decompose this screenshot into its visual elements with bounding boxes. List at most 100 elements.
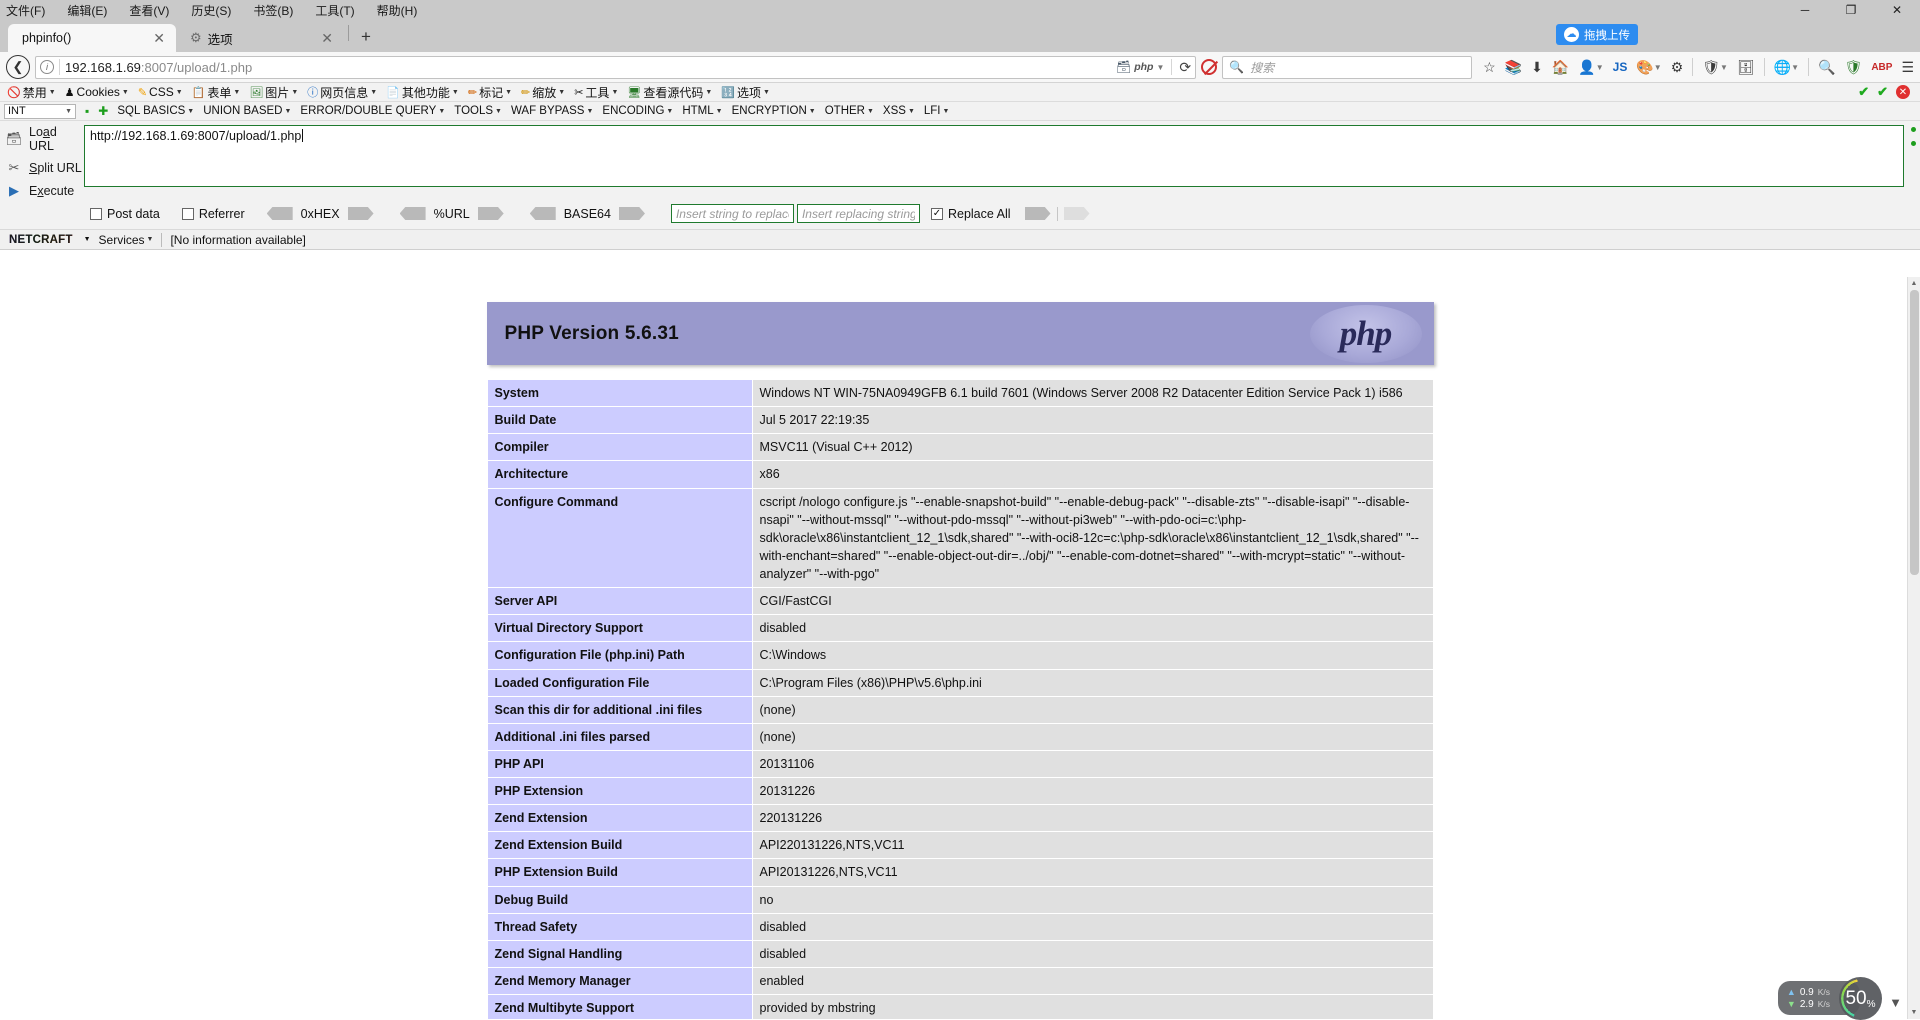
home-icon[interactable]: 🏠	[1552, 59, 1569, 76]
menu-icon[interactable]: ☰	[1901, 59, 1914, 76]
split-url-button[interactable]: ✂ Split URL	[6, 160, 84, 176]
check-icon-2[interactable]: ✔	[1877, 84, 1888, 100]
devbar-item-options[interactable]: 🔢 选项 ▼	[718, 84, 773, 101]
scroll-up-arrow[interactable]: ▲	[1908, 277, 1920, 290]
php-server-badge[interactable]: 🗃 php ▼	[1116, 60, 1164, 74]
shield-icon[interactable]: 🛡 ▼	[1702, 59, 1728, 76]
window-icon[interactable]: 🗄	[1737, 59, 1755, 76]
download-icon[interactable]: ⬇	[1531, 59, 1543, 76]
sql-menu-html[interactable]: HTML ▼	[682, 105, 722, 117]
menu-item-history[interactable]: 历史(S)	[191, 2, 231, 19]
globe-icon[interactable]: 🌐 ▼	[1774, 59, 1799, 76]
url-bar[interactable]: i 192.168.1.69:8007/upload/1.php 🗃 php ▼…	[35, 55, 1197, 79]
menu-item-file[interactable]: 文件(F)	[6, 2, 45, 19]
devbar-item-misc[interactable]: 📄 其他功能 ▼	[383, 84, 462, 101]
settings-icon[interactable]: ⚙	[1671, 59, 1684, 76]
abp-icon[interactable]: ABP	[1871, 62, 1892, 73]
check-icon-1[interactable]: ✔	[1858, 84, 1869, 100]
tab-phpinfo[interactable]: phpinfo() ✕	[8, 24, 176, 52]
devbar-item-tools[interactable]: ✂ 工具 ▼	[571, 84, 621, 101]
base64-decode-button[interactable]	[529, 207, 556, 220]
vertical-scrollbar[interactable]: ▲ ▼	[1907, 277, 1920, 1019]
sql-menu-error-double[interactable]: ERROR/DOUBLE QUERY ▼	[300, 105, 445, 117]
chevron-down-icon[interactable]: ▼	[84, 236, 91, 243]
js-icon[interactable]: JS	[1613, 60, 1628, 74]
drag-upload-badge[interactable]: ☁ 拖拽上传	[1556, 24, 1638, 45]
search-bar[interactable]: 🔍 搜索	[1222, 55, 1473, 79]
split-url-label: Split URL	[29, 161, 82, 175]
maximize-button[interactable]: ❐	[1828, 0, 1874, 20]
netcraft-services-menu[interactable]: Services ▼	[99, 233, 154, 247]
hex-decode-button[interactable]	[266, 207, 293, 220]
referrer-checkbox[interactable]	[181, 207, 194, 220]
new-tab-button[interactable]: +	[353, 24, 379, 50]
replace-all-checkbox[interactable]: ✓	[930, 207, 943, 220]
devbar-item-css[interactable]: ✎ CSS ▼	[135, 85, 186, 99]
menu-bar[interactable]: 文件(F) 编辑(E) 查看(V) 历史(S) 书签(B) 工具(T) 帮助(H…	[6, 2, 417, 19]
devbar-item-viewsource[interactable]: 🖥 查看源代码 ▼	[624, 84, 715, 101]
close-button[interactable]: ✕	[1874, 0, 1920, 20]
replace-to-input[interactable]: Insert replacing string	[796, 204, 920, 223]
remove-tab-icon[interactable]: ▪	[85, 104, 89, 118]
referrer-option[interactable]: Referrer	[181, 207, 245, 221]
cpu-usage-widget[interactable]: 50 %	[1839, 977, 1882, 1020]
reload-button[interactable]: ⟳	[1179, 59, 1191, 76]
scroll-down-arrow[interactable]: ▼	[1908, 1006, 1920, 1019]
replace-from-input[interactable]: Insert string to replace	[670, 204, 794, 223]
minimize-button[interactable]: ─	[1782, 0, 1828, 20]
menu-item-edit[interactable]: 编辑(E)	[67, 2, 107, 19]
base64-encode-button[interactable]	[618, 207, 645, 220]
tab-options[interactable]: ⚙ 选项 ✕	[176, 24, 344, 52]
tab-close-icon[interactable]: ✕	[318, 31, 336, 45]
sql-menu-union-based[interactable]: UNION BASED ▼	[203, 105, 291, 117]
load-url-button[interactable]: 🗃 Load URL	[6, 125, 84, 153]
devbar-item-images[interactable]: 🖼 图片 ▼	[246, 84, 301, 101]
sql-menu-lfi[interactable]: LFI ▼	[924, 105, 950, 117]
post-data-option[interactable]: Post data	[90, 207, 160, 221]
devbar-item-outline[interactable]: ✏ 标记 ▼	[465, 84, 515, 101]
sql-menu-waf-bypass[interactable]: WAF BYPASS ▼	[511, 105, 593, 117]
table-row: Loaded Configuration File C:\Program File…	[486, 668, 1434, 697]
chevron-down-icon[interactable]: ▼	[1156, 63, 1164, 72]
noscript-icon[interactable]	[1201, 59, 1218, 75]
menu-item-view[interactable]: 查看(V)	[129, 2, 169, 19]
devbar-item-forms[interactable]: 📋 表单 ▼	[189, 84, 244, 101]
sql-menu-other[interactable]: OTHER ▼	[825, 105, 874, 117]
replace-apply-button[interactable]	[1024, 207, 1051, 220]
devbar-item-disable[interactable]: 🚫 禁用 ▼	[4, 84, 59, 101]
url-decode-button[interactable]	[399, 207, 426, 220]
menu-item-help[interactable]: 帮助(H)	[377, 2, 418, 19]
replace-revert-button[interactable]	[1063, 207, 1090, 220]
sql-menu-tools[interactable]: TOOLS ▼	[454, 105, 502, 117]
scrollbar-thumb[interactable]	[1910, 290, 1919, 575]
page-info-icon[interactable]: i	[40, 60, 54, 74]
url-encode-button[interactable]	[477, 207, 504, 220]
execute-button[interactable]: ▶ Execute	[6, 183, 84, 199]
tab-close-icon[interactable]: ✕	[150, 31, 168, 45]
sql-type-select[interactable]: INT ▼	[4, 103, 76, 119]
back-button[interactable]: ❮	[6, 55, 30, 79]
menu-item-tools[interactable]: 工具(T)	[315, 2, 354, 19]
sql-menu-sql-basics[interactable]: SQL BASICS ▼	[117, 105, 194, 117]
library-icon[interactable]: 📚	[1505, 59, 1522, 76]
hackbar-url-textarea[interactable]: http://192.168.1.69:8007/upload/1.php	[84, 125, 1904, 187]
sql-menu-xss[interactable]: XSS ▼	[883, 105, 915, 117]
post-data-checkbox[interactable]	[90, 207, 102, 220]
adblock-icon[interactable]: 🛡	[1845, 59, 1863, 76]
devbar-item-information[interactable]: ⓘ 网页信息 ▼	[304, 84, 380, 101]
hex-encode-button[interactable]	[347, 207, 374, 220]
replace-all-option[interactable]: ✓ Replace All	[930, 207, 1011, 221]
devbar-item-cookies[interactable]: ♟ Cookies ▼	[62, 85, 132, 99]
window-controls[interactable]: ─ ❐ ✕	[1782, 0, 1920, 20]
sql-menu-encoding[interactable]: ENCODING ▼	[602, 105, 673, 117]
menu-item-bookmarks[interactable]: 书签(B)	[253, 2, 293, 19]
devbar-item-resize[interactable]: ✏ 缩放 ▼	[518, 84, 568, 101]
error-icon[interactable]: ✕	[1896, 85, 1910, 99]
add-tab-icon[interactable]: ✚	[98, 104, 108, 118]
star-icon[interactable]: ☆	[1483, 59, 1496, 76]
account-icon[interactable]: 👤 ▼	[1578, 59, 1603, 76]
collapse-widget-icon[interactable]: ▼	[1889, 995, 1902, 1010]
zoom-icon[interactable]: 🔍	[1818, 59, 1835, 76]
palette-icon[interactable]: 🎨 ▼	[1636, 59, 1661, 76]
sql-menu-encryption[interactable]: ENCRYPTION ▼	[732, 105, 816, 117]
